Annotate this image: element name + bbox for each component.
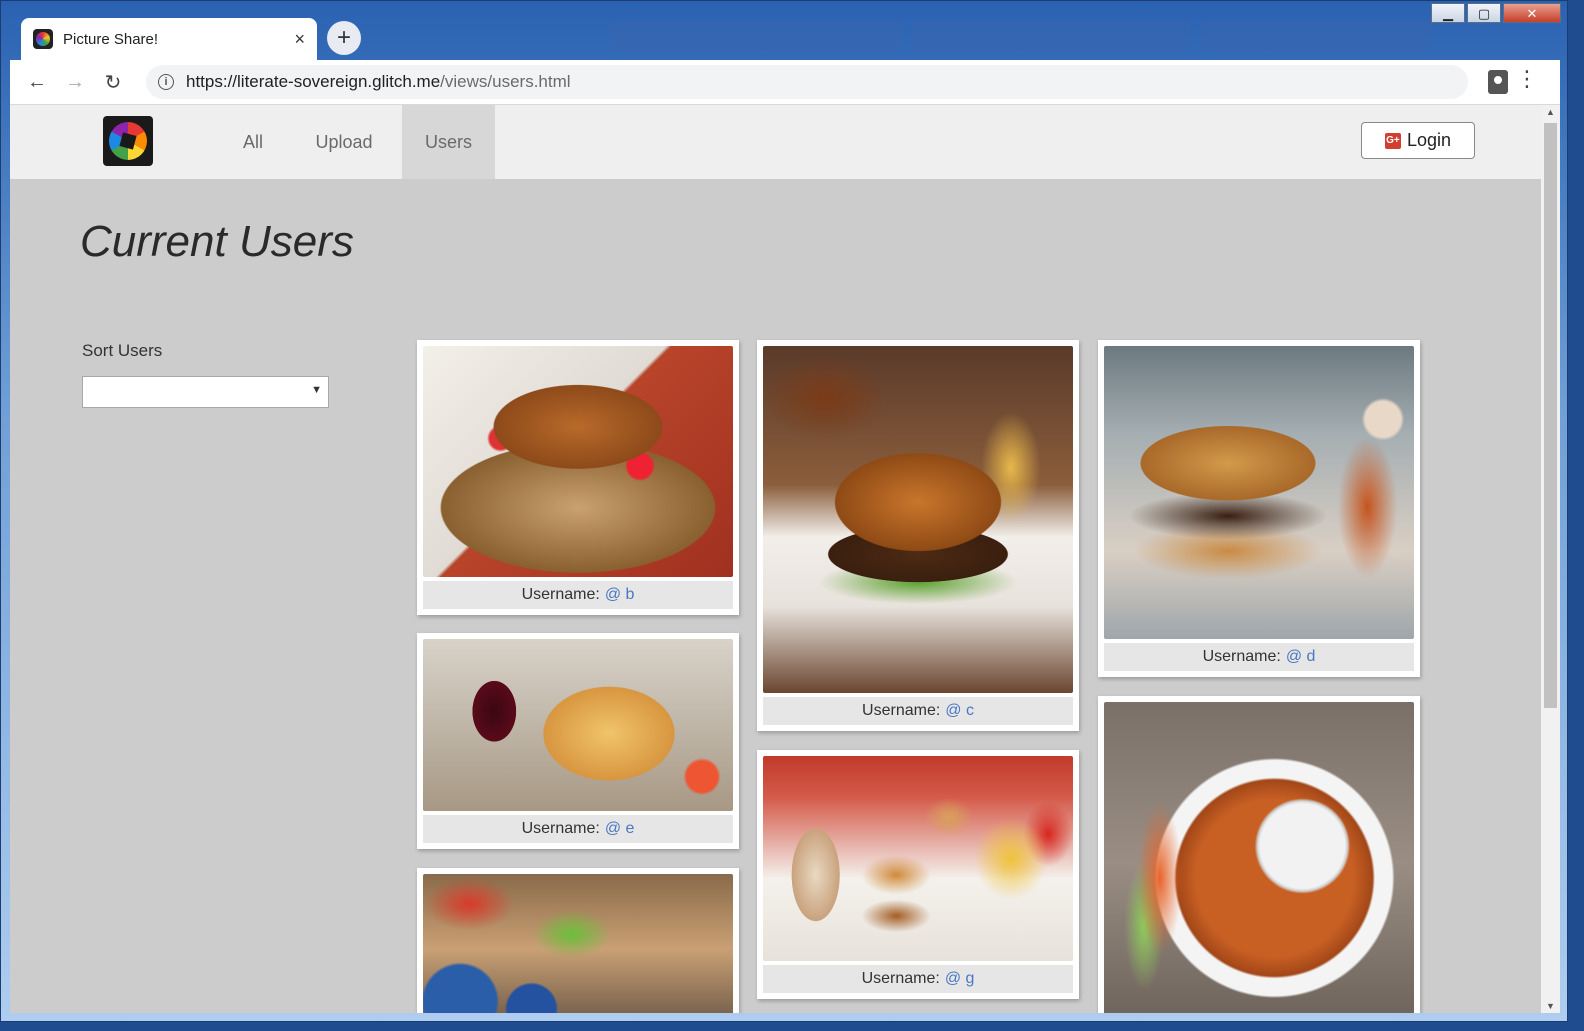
login-button[interactable]: G+ Login xyxy=(1361,122,1475,159)
user-photo[interactable] xyxy=(763,756,1073,961)
user-photo[interactable] xyxy=(1104,346,1414,639)
favicon-icon xyxy=(33,29,53,49)
user-photo[interactable] xyxy=(423,874,733,1013)
scrollbar-thumb[interactable] xyxy=(1544,123,1557,708)
back-icon[interactable]: ← xyxy=(18,71,56,94)
username-label: Username: xyxy=(861,970,940,987)
username-label: Username: xyxy=(1202,648,1281,665)
user-card[interactable]: Username: @ d xyxy=(1098,340,1420,677)
nav-link-all[interactable]: All xyxy=(223,105,283,179)
clipboard-icon[interactable] xyxy=(1488,70,1508,94)
background-tab[interactable] xyxy=(611,21,901,51)
background-tab[interactable] xyxy=(911,21,1191,51)
username-label: Username: xyxy=(862,702,941,719)
user-caption: Username: @ d xyxy=(1104,643,1414,671)
page-viewport: All Upload Users G+ Login Current Users … xyxy=(10,105,1560,1013)
username-link[interactable]: @ b xyxy=(605,586,635,604)
user-card[interactable]: Username: @ e xyxy=(417,633,739,849)
menu-icon[interactable]: ⋮ xyxy=(1516,68,1538,90)
close-window-button[interactable]: ✕ xyxy=(1503,3,1561,23)
maximize-button[interactable]: ▢ xyxy=(1467,3,1501,23)
tab-title: Picture Share! xyxy=(63,30,159,48)
user-caption: Username: @ g xyxy=(763,965,1073,993)
forward-icon[interactable]: → xyxy=(56,71,94,94)
user-caption: Username: @ b xyxy=(423,581,733,609)
login-label: Login xyxy=(1406,130,1452,150)
tab-close-icon[interactable]: × xyxy=(294,29,305,50)
url-host: https://literate-sovereign.glitch.me xyxy=(186,72,441,91)
user-card[interactable]: Username: @ c xyxy=(757,340,1079,731)
page-title: Current Users xyxy=(80,217,354,266)
user-card[interactable]: Username: @ g xyxy=(757,750,1079,999)
aperture-icon xyxy=(109,122,147,160)
google-plus-icon: G+ xyxy=(1384,132,1401,149)
reload-icon[interactable]: ↻ xyxy=(94,70,132,95)
user-card[interactable] xyxy=(417,868,739,1013)
browser-window: ▁ ▢ ✕ Picture Share! × + ← → ↻ i https:/… xyxy=(0,0,1568,1022)
username-link[interactable]: @ g xyxy=(945,970,975,988)
info-icon[interactable]: i xyxy=(158,74,174,90)
user-card[interactable]: Username: @ b xyxy=(417,340,739,615)
active-tab[interactable]: Picture Share! × xyxy=(21,18,317,60)
site-navbar: All Upload Users G+ Login xyxy=(10,105,1541,179)
page-scrollbar[interactable]: ▲ ▼ xyxy=(1541,105,1560,1013)
sort-users-label: Sort Users xyxy=(82,341,163,360)
address-bar[interactable]: i https://literate-sovereign.glitch.me/v… xyxy=(146,65,1468,99)
username-label: Username: xyxy=(521,586,600,603)
nav-link-upload[interactable]: Upload xyxy=(302,105,386,179)
scroll-up-icon[interactable]: ▲ xyxy=(1541,107,1560,117)
dropdown-arrow-icon: ▼ xyxy=(311,384,322,396)
user-photo[interactable] xyxy=(423,346,733,577)
new-tab-button[interactable]: + xyxy=(327,21,361,55)
user-photo[interactable] xyxy=(763,346,1073,693)
username-link[interactable]: @ c xyxy=(945,702,974,720)
site-logo[interactable] xyxy=(103,116,153,166)
user-card[interactable] xyxy=(1098,696,1420,1013)
url-text[interactable]: https://literate-sovereign.glitch.me/vie… xyxy=(186,72,571,92)
url-path: /views/users.html xyxy=(440,72,571,91)
username-label: Username: xyxy=(521,820,600,837)
sort-users-select[interactable]: ▼ xyxy=(82,376,329,408)
user-caption: Username: @ c xyxy=(763,697,1073,725)
username-link[interactable]: @ d xyxy=(1286,648,1316,666)
background-tab[interactable] xyxy=(1201,21,1431,51)
scroll-down-icon[interactable]: ▼ xyxy=(1541,1001,1560,1011)
user-photo[interactable] xyxy=(1104,702,1414,1013)
user-photo[interactable] xyxy=(423,639,733,811)
nav-link-users[interactable]: Users xyxy=(402,105,495,179)
user-caption: Username: @ e xyxy=(423,815,733,843)
username-link[interactable]: @ e xyxy=(605,820,635,838)
minimize-button[interactable]: ▁ xyxy=(1431,3,1465,23)
window-controls: ▁ ▢ ✕ xyxy=(1431,3,1561,23)
browser-toolbar: ← → ↻ i https://literate-sovereign.glitc… xyxy=(10,60,1560,105)
